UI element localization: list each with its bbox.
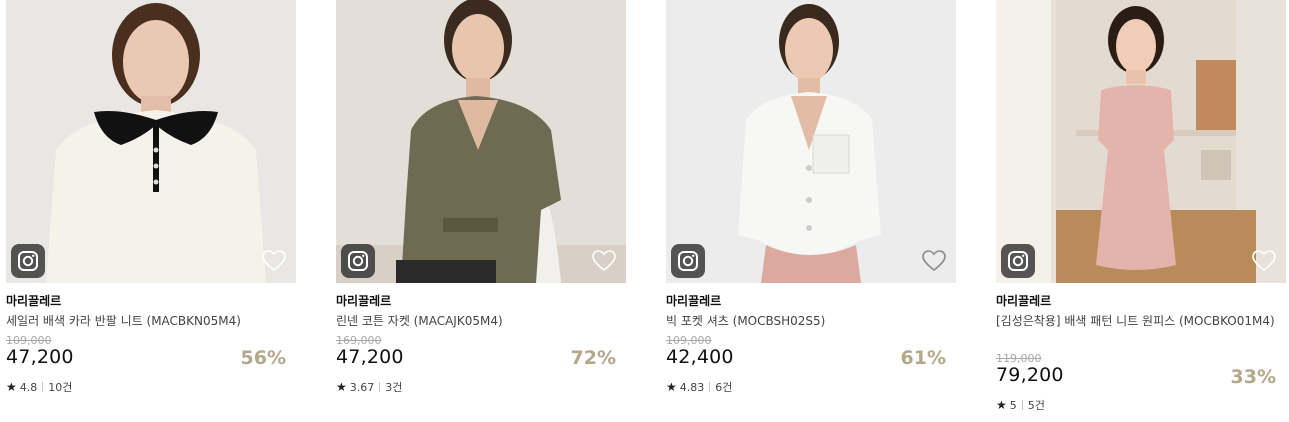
brand-name: 마리끌레르 bbox=[996, 294, 1052, 308]
instagram-button[interactable] bbox=[341, 244, 375, 278]
brand-name: 마리끌레르 bbox=[6, 294, 62, 308]
product-image[interactable] bbox=[336, 0, 626, 283]
product-name[interactable]: [김성은착용] 배색 패턴 니트 원피스 (MOCBKO01M4) bbox=[996, 312, 1286, 330]
divider bbox=[709, 382, 711, 392]
discount-rate: 61% bbox=[900, 347, 946, 369]
rating-summary: ★ 4.83 6건 bbox=[666, 379, 732, 395]
product-card[interactable]: 마리끌레르 빅 포켓 셔츠 (MOCBSH02S5) 109,000 42,40… bbox=[666, 0, 956, 394]
instagram-icon bbox=[348, 251, 368, 271]
product-photo bbox=[336, 0, 626, 283]
heart-outline-icon bbox=[922, 250, 946, 272]
star-icon: ★ bbox=[6, 380, 17, 394]
instagram-icon bbox=[678, 251, 698, 271]
instagram-icon bbox=[18, 251, 38, 271]
rating-value: 4.83 bbox=[679, 381, 705, 394]
wishlist-button[interactable] bbox=[591, 249, 617, 273]
rating-value: 5 bbox=[1009, 399, 1017, 412]
heart-outline-icon bbox=[592, 250, 616, 272]
product-image[interactable] bbox=[666, 0, 956, 283]
star-icon: ★ bbox=[666, 380, 677, 394]
review-count: 10건 bbox=[48, 381, 73, 394]
discount-rate: 56% bbox=[240, 347, 286, 369]
rating-value: 3.67 bbox=[349, 381, 375, 394]
rating-summary: ★ 3.67 3건 bbox=[336, 379, 402, 395]
heart-outline-icon bbox=[1252, 250, 1276, 272]
product-card[interactable]: 마리끌레르 [김성은착용] 배색 패턴 니트 원피스 (MOCBKO01M4) … bbox=[996, 0, 1286, 412]
review-count: 6건 bbox=[715, 381, 733, 394]
review-count: 5건 bbox=[1027, 399, 1045, 412]
rating-summary: ★ 4.8 10건 bbox=[6, 379, 72, 395]
brand-name: 마리끌레르 bbox=[336, 294, 392, 308]
rating-value: 4.8 bbox=[19, 381, 38, 394]
divider bbox=[1021, 400, 1023, 410]
product-name[interactable]: 린넨 코튼 자켓 (MACAJK05M4) bbox=[336, 312, 626, 330]
wishlist-button[interactable] bbox=[261, 249, 287, 273]
review-count: 3건 bbox=[385, 381, 403, 394]
discount-rate: 33% bbox=[1230, 366, 1276, 388]
sale-price: 47,200 bbox=[6, 346, 74, 368]
product-image[interactable] bbox=[6, 0, 296, 283]
divider bbox=[42, 382, 44, 392]
instagram-button[interactable] bbox=[11, 244, 45, 278]
product-card[interactable]: 마리끌레르 세일러 배색 카라 반팔 니트 (MACBKN05M4) 109,0… bbox=[6, 0, 296, 394]
discount-rate: 72% bbox=[570, 347, 616, 369]
instagram-button[interactable] bbox=[671, 244, 705, 278]
brand-name: 마리끌레르 bbox=[666, 294, 722, 308]
product-photo bbox=[996, 0, 1286, 283]
instagram-icon bbox=[1008, 251, 1028, 271]
product-card[interactable]: 마리끌레르 린넨 코튼 자켓 (MACAJK05M4) 169,000 47,2… bbox=[336, 0, 626, 394]
sale-price: 47,200 bbox=[336, 346, 404, 368]
instagram-button[interactable] bbox=[1001, 244, 1035, 278]
product-photo bbox=[666, 0, 956, 283]
product-photo bbox=[6, 0, 296, 283]
star-icon: ★ bbox=[336, 380, 347, 394]
product-name[interactable]: 세일러 배색 카라 반팔 니트 (MACBKN05M4) bbox=[6, 312, 296, 330]
divider bbox=[379, 382, 381, 392]
sale-price: 79,200 bbox=[996, 364, 1064, 386]
wishlist-button[interactable] bbox=[921, 249, 947, 273]
product-image[interactable] bbox=[996, 0, 1286, 283]
star-icon: ★ bbox=[996, 398, 1007, 412]
wishlist-button[interactable] bbox=[1251, 249, 1277, 273]
product-name[interactable]: 빅 포켓 셔츠 (MOCBSH02S5) bbox=[666, 312, 956, 330]
sale-price: 42,400 bbox=[666, 346, 734, 368]
rating-summary: ★ 5 5건 bbox=[996, 397, 1045, 413]
heart-outline-icon bbox=[262, 250, 286, 272]
